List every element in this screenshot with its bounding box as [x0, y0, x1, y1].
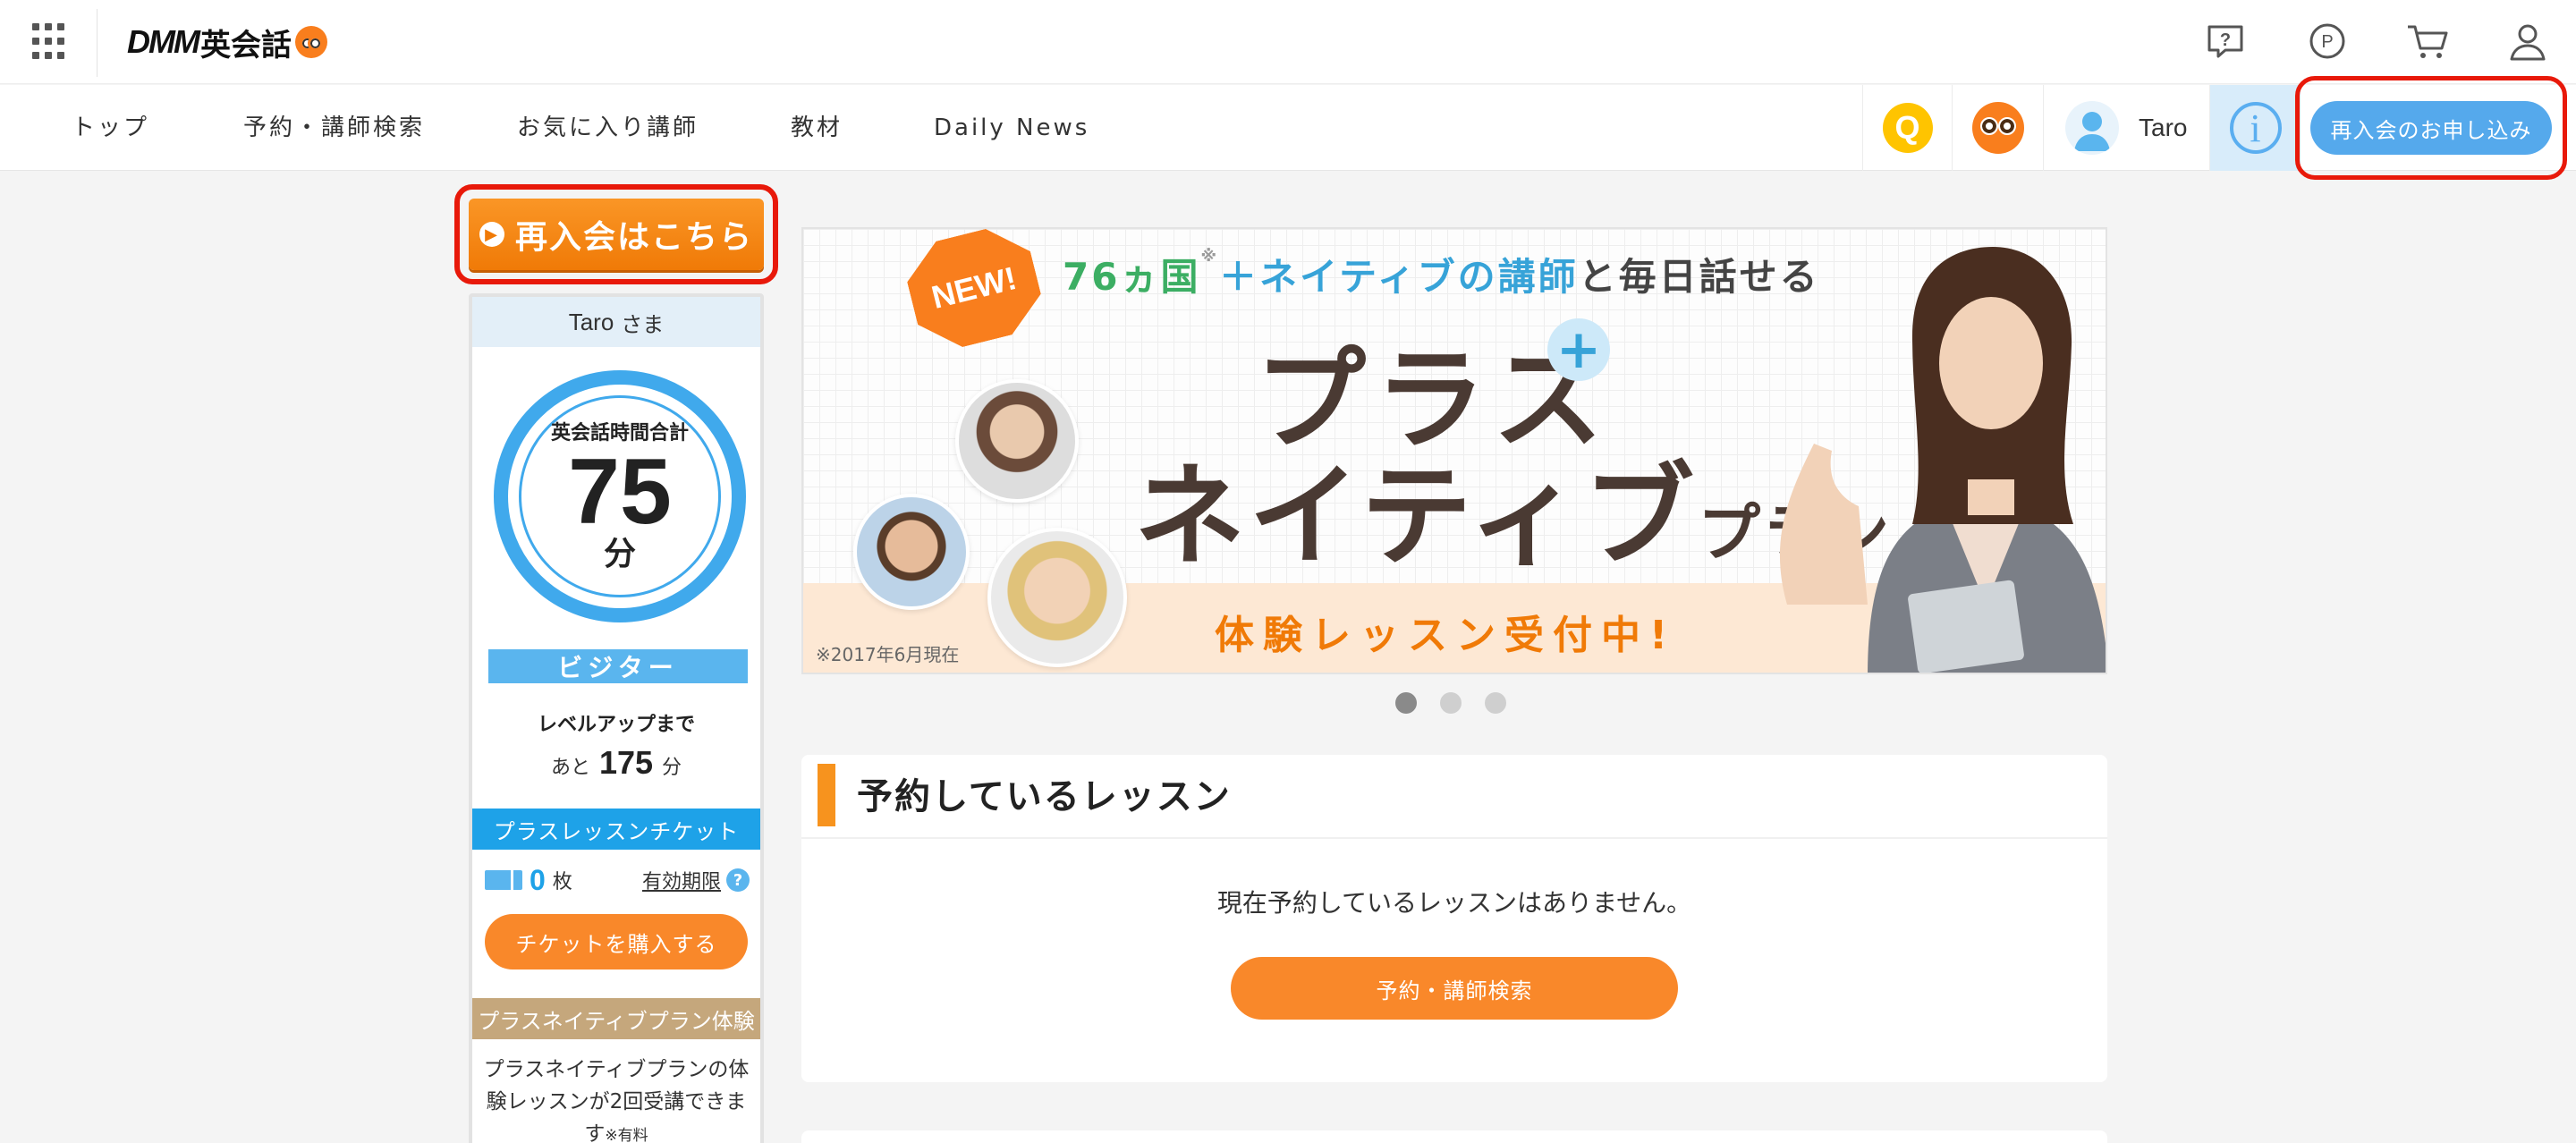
banner-plus: ＋ [1218, 255, 1259, 299]
carousel-dots [1395, 692, 1506, 714]
q-icon: Q [1882, 103, 1933, 153]
levelup-label: レベルアップまで [537, 714, 695, 736]
banner-native: ネイティブの講師 [1258, 255, 1579, 299]
rejoin-apply-button[interactable]: 再入会のお申し込み [2310, 101, 2552, 155]
user-name: Taro [2139, 114, 2188, 141]
owl-icon [1971, 102, 2024, 154]
cart-icon[interactable] [2406, 20, 2449, 63]
rejoin-left-highlight-frame: ▶ 再入会はこちら [454, 184, 778, 284]
nav-bar: トップ 予約・講師検索 お気に入り講師 教材 Daily News Q Taro… [0, 85, 2576, 171]
reserved-lessons-header: 予約しているレッスン [801, 755, 2107, 839]
plus-native-header: プラスネイティブプラン体験 [472, 998, 760, 1039]
total-time-value: 75 [568, 440, 672, 544]
plus-native-description: プラスネイティブプランの体験レッスンが2回受講できます※有料 [481, 1054, 751, 1143]
logo-eikaiwa: 英会話 [199, 28, 292, 63]
carousel-dot[interactable] [1440, 692, 1462, 714]
sidebar-user-name: Taro さま [472, 297, 760, 347]
new-badge: NEW! [899, 227, 1048, 356]
points-icon[interactable]: P [2306, 20, 2349, 63]
total-time-ring: 英会話時間合計 75 分 [494, 370, 746, 622]
remain-minutes: 175 [598, 744, 654, 781]
section-accent-bar [818, 764, 835, 826]
avatar [2065, 101, 2119, 155]
sidebar-user-name-text: Taro [568, 308, 614, 335]
nav-favorite-teachers[interactable]: お気に入り講師 [517, 85, 699, 171]
owl-logo-icon [294, 26, 327, 58]
expiry-link[interactable]: 有効期限 [642, 866, 721, 894]
ticket-icon [485, 870, 522, 890]
total-time-ring-inner: 英会話時間合計 75 分 [519, 395, 721, 597]
svg-text:P: P [2321, 32, 2333, 52]
nav-reserve-search[interactable]: 予約・講師検索 [243, 85, 425, 171]
ticket-count: 0 [530, 863, 546, 896]
nav-materials[interactable]: 教材 [791, 85, 843, 171]
ticket-header: プラスレッスンチケット [472, 809, 760, 850]
top-bar: DMM 英会話 ? P [0, 0, 2576, 84]
banner-title-native: ネイティブ [1134, 453, 1699, 581]
banner-woman-image [1779, 247, 2106, 673]
question-icon[interactable]: ? [726, 868, 750, 892]
teacher-photo [853, 494, 970, 610]
banner-cta: 体験レッスン受付中! [1215, 613, 1677, 658]
banner-note: ※2017年6月現在 [816, 644, 960, 665]
teacher-photo [955, 379, 1079, 503]
nav-top[interactable]: トップ [72, 85, 149, 171]
rejoin-here-button[interactable]: ▶ 再入会はこちら [469, 199, 764, 270]
rank-badge: ビジター [488, 649, 748, 683]
buy-ticket-button[interactable]: チケットを購入する [485, 914, 748, 969]
remain-unit: 分 [662, 757, 682, 779]
levelup-remaining: あと 175 分 [472, 744, 760, 782]
app-grid-icon[interactable] [32, 23, 70, 61]
carousel-dot[interactable] [1395, 692, 1417, 714]
sidebar-honorific: さま [621, 311, 665, 337]
reserve-search-button[interactable]: 予約・講師検索 [1231, 957, 1678, 1020]
q-button[interactable]: Q [1862, 85, 1952, 171]
remain-prefix: あと [550, 757, 590, 779]
owl-button[interactable] [1952, 85, 2043, 171]
promo-banner[interactable]: NEW! 76ヵ国※＋ネイティブの講師と毎日話せる プラス + ネイティブプラン… [801, 227, 2107, 674]
banner-countries: 76ヵ国 [1063, 255, 1201, 299]
nav-daily-news[interactable]: Daily News [934, 85, 1089, 171]
help-icon[interactable]: ? [2204, 20, 2247, 63]
teacher-photo [987, 528, 1127, 667]
arrow-right-icon: ▶ [479, 222, 504, 247]
banner-headline: 76ヵ国※＋ネイティブの講師と毎日話せる [1063, 247, 1820, 301]
reserved-lessons-card: 予約しているレッスン 現在予約しているレッスンはありません。 予約・講師検索 [801, 755, 2107, 1082]
rejoin-highlight-frame: 再入会のお申し込み [2295, 76, 2567, 180]
rejoin-here-label: 再入会はこちら [514, 219, 753, 256]
svg-text:?: ? [2220, 30, 2231, 50]
info-button[interactable]: i [2209, 85, 2301, 171]
logo-dmm: DMM [127, 23, 200, 60]
plus-native-note: ※有料 [605, 1127, 648, 1143]
banner-footnote-mark: ※ [1200, 247, 1219, 266]
ticket-row: 0 枚 有効期限 ? [485, 862, 750, 898]
ticket-unit: 枚 [552, 871, 572, 893]
logo[interactable]: DMM 英会話 [127, 20, 327, 64]
plus-bubble-icon: + [1547, 318, 1610, 381]
total-time-unit: 分 [603, 536, 636, 572]
info-icon: i [2229, 102, 2282, 154]
user-menu[interactable]: Taro [2043, 85, 2209, 171]
reserved-lessons-title: 予約しているレッスン [857, 776, 1232, 817]
no-lessons-message: 現在予約しているレッスンはありません。 [1216, 888, 1692, 918]
profile-sidebar: Taro さま 英会話時間合計 75 分 ビジター レベルアップまで あと 175… [469, 293, 764, 1143]
next-section-card [801, 1130, 2107, 1143]
account-icon[interactable] [2506, 20, 2549, 63]
carousel-dot[interactable] [1485, 692, 1506, 714]
